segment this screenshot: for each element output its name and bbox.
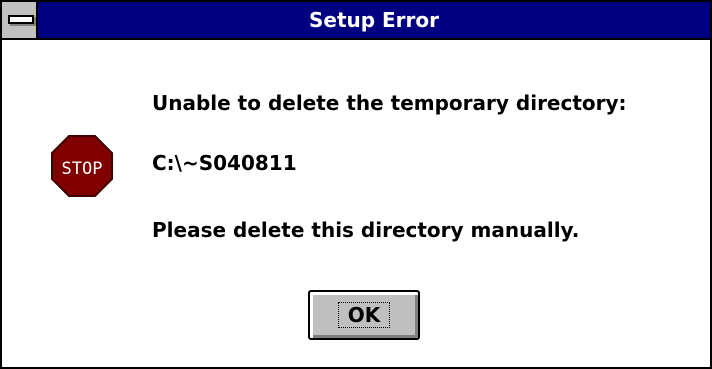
system-menu-icon [8, 15, 34, 24]
ok-button-label: OK [347, 303, 381, 327]
system-menu-button[interactable] [2, 2, 38, 38]
setup-error-dialog: Setup Error STOP Unable to delete the te… [0, 0, 712, 369]
instruction-message: Please delete this directory manually. [152, 218, 580, 242]
ok-button[interactable]: OK [308, 290, 420, 340]
title-bar[interactable]: Setup Error [2, 2, 710, 40]
stop-icon: STOP [51, 135, 113, 197]
window-title: Setup Error [308, 8, 440, 32]
stop-icon-label: STOP [62, 159, 103, 179]
error-message: Unable to delete the temporary directory… [152, 91, 627, 115]
directory-path: C:\~S040811 [152, 151, 297, 175]
